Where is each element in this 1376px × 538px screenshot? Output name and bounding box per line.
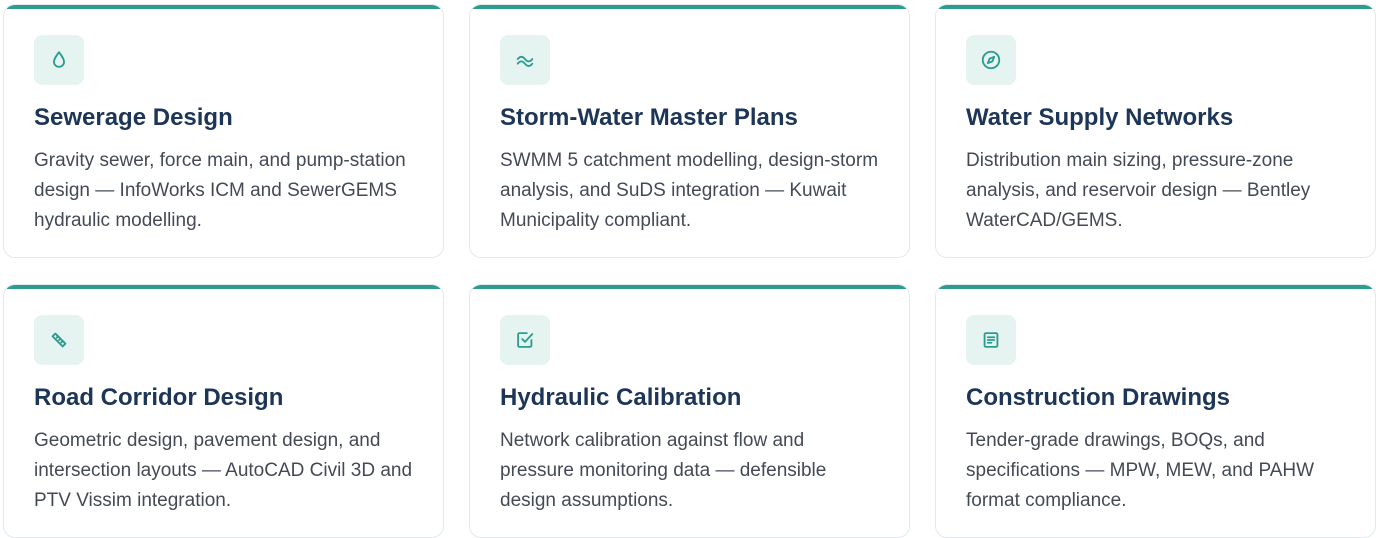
service-card-storm-water: Storm-Water Master Plans SWMM 5 catchmen… <box>469 4 910 258</box>
service-card-water-supply: Water Supply Networks Distribution main … <box>935 4 1376 258</box>
service-card-construction-drawings: Construction Drawings Tender-grade drawi… <box>935 284 1376 538</box>
ruler-icon <box>34 315 84 365</box>
card-description: Network calibration against flow and pre… <box>500 430 827 511</box>
card-description: SWMM 5 catchment modelling, design-storm… <box>500 150 879 231</box>
card-title: Construction Drawings <box>966 384 1231 411</box>
compass-icon <box>966 35 1016 85</box>
card-description: Geometric design, pavement design, and i… <box>34 430 413 511</box>
card-title: Water Supply Networks <box>966 104 1234 131</box>
services-grid: Sewerage Design Gravity sewer, force mai… <box>0 0 1376 538</box>
card-description: Distribution main sizing, pressure-zone … <box>966 150 1311 231</box>
card-description: Tender-grade drawings, BOQs, and specifi… <box>966 430 1315 511</box>
droplet-icon <box>34 35 84 85</box>
service-card-road-corridor: Road Corridor Design Geometric design, p… <box>3 284 444 538</box>
card-title: Hydraulic Calibration <box>500 384 742 411</box>
waves-icon <box>500 35 550 85</box>
service-card-sewerage: Sewerage Design Gravity sewer, force mai… <box>3 4 444 258</box>
checkbox-icon <box>500 315 550 365</box>
card-description: Gravity sewer, force main, and pump-stat… <box>34 150 406 231</box>
service-card-hydraulic-calibration: Hydraulic Calibration Network calibratio… <box>469 284 910 538</box>
card-title: Road Corridor Design <box>34 384 284 411</box>
card-title: Sewerage Design <box>34 104 233 131</box>
card-title: Storm-Water Master Plans <box>500 104 798 131</box>
document-icon <box>966 315 1016 365</box>
